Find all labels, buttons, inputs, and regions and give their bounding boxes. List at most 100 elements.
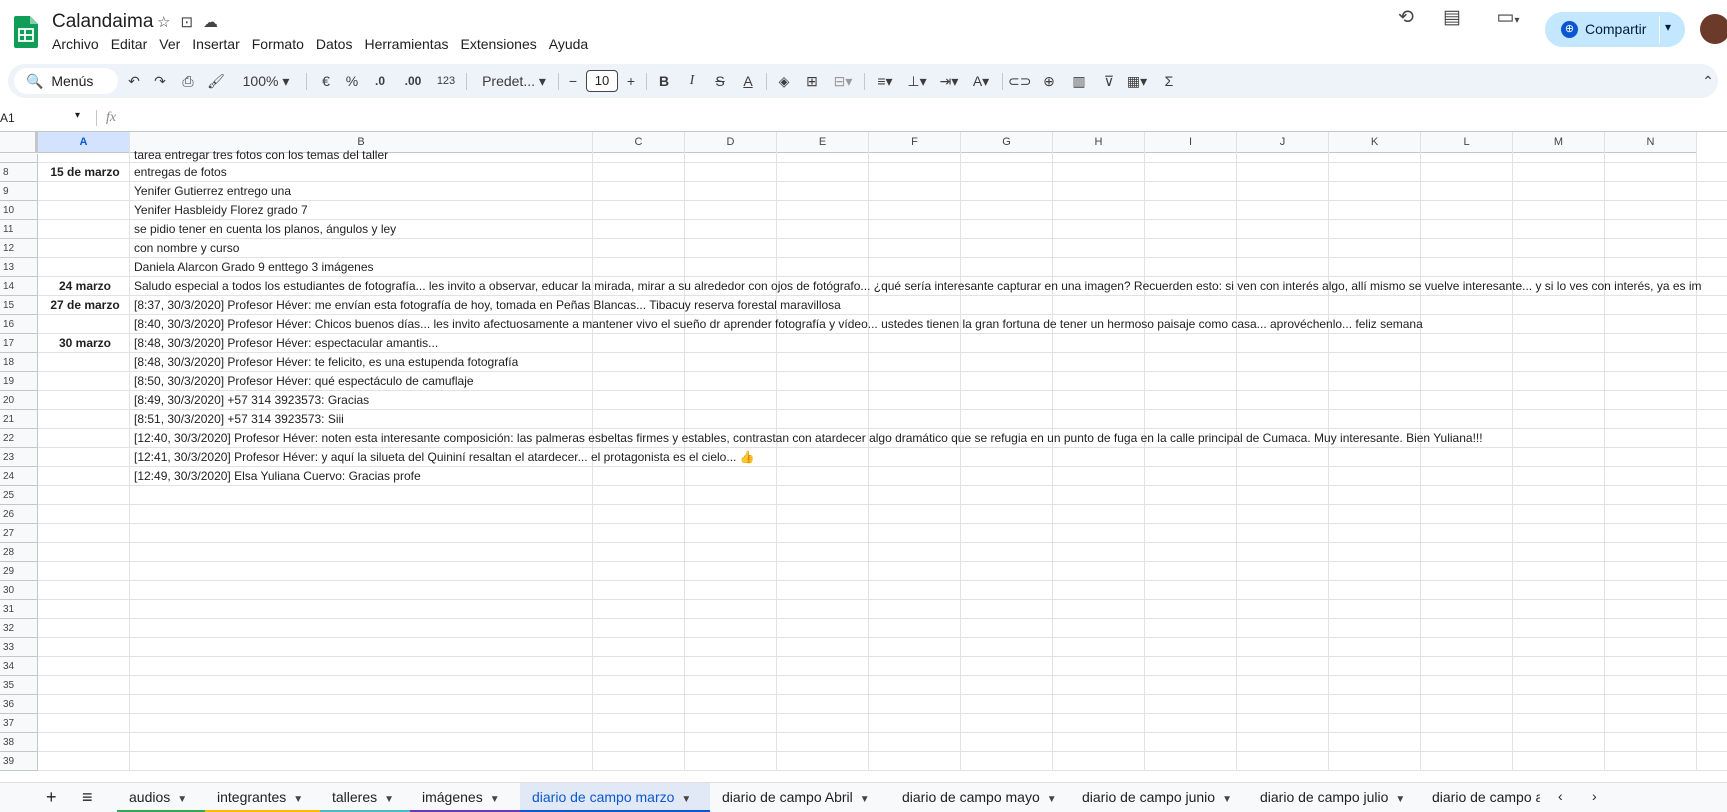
row-header[interactable]: 38 bbox=[0, 733, 38, 752]
cell-b[interactable]: Daniela Alarcon Grado 9 enttego 3 imágen… bbox=[134, 258, 1727, 277]
row-header[interactable]: 26 bbox=[0, 505, 38, 524]
row-header[interactable]: 25 bbox=[0, 486, 38, 505]
cell-b[interactable] bbox=[134, 524, 1727, 543]
borders-icon[interactable]: ⊞ bbox=[802, 64, 822, 98]
cell-a[interactable]: 27 de marzo bbox=[39, 296, 131, 315]
cell-b[interactable]: Yenifer Gutierrez entrego una bbox=[134, 182, 1727, 201]
cell-b[interactable] bbox=[134, 619, 1727, 638]
row-header[interactable]: 32 bbox=[0, 619, 38, 638]
row-header[interactable]: 9 bbox=[0, 182, 38, 201]
cell-b[interactable]: [12:40, 30/3/2020] Profesor Héver: noten… bbox=[134, 429, 1727, 448]
cell-b[interactable] bbox=[134, 543, 1727, 562]
sheet-tab-menu-icon[interactable]: ▼ bbox=[1222, 794, 1232, 805]
row-header[interactable]: 15 bbox=[0, 296, 38, 315]
cell-a[interactable] bbox=[39, 543, 131, 562]
scroll-tabs-right-icon[interactable]: › bbox=[1592, 788, 1597, 804]
cell-a[interactable] bbox=[39, 695, 131, 714]
cell-a[interactable] bbox=[39, 429, 131, 448]
menu-herramientas[interactable]: Herramientas bbox=[364, 36, 455, 52]
sheet-tab[interactable]: imágenes ▼ bbox=[410, 783, 520, 812]
cell-a[interactable]: 24 marzo bbox=[39, 277, 131, 296]
cell-a[interactable] bbox=[39, 239, 131, 258]
cell-b[interactable] bbox=[134, 752, 1727, 771]
row-header[interactable]: 13 bbox=[0, 258, 38, 277]
sheet-tab-menu-icon[interactable]: ▼ bbox=[177, 794, 187, 805]
row-header[interactable]: 35 bbox=[0, 676, 38, 695]
row-header[interactable]: 39 bbox=[0, 752, 38, 771]
sheet-tab[interactable]: integrantes ▼ bbox=[205, 783, 320, 812]
row-header[interactable]: 18 bbox=[0, 353, 38, 372]
cell-a[interactable] bbox=[39, 391, 131, 410]
name-box[interactable]: A1 bbox=[0, 111, 15, 125]
cloud-status-icon[interactable]: ☁ bbox=[203, 13, 218, 31]
cell-b[interactable] bbox=[134, 486, 1727, 505]
cell-b[interactable]: con nombre y curso bbox=[134, 239, 1727, 258]
name-box-dropdown-icon[interactable]: ▾ bbox=[75, 110, 80, 121]
cell-b[interactable]: [8:49, 30/3/2020] +57 314 3923573: Graci… bbox=[134, 391, 1727, 410]
cell-a[interactable] bbox=[39, 524, 131, 543]
cell-a[interactable]: 30 marzo bbox=[39, 334, 131, 353]
row-header[interactable] bbox=[0, 154, 38, 163]
sheet-tab[interactable]: diario de campo marzo ▼ bbox=[520, 783, 710, 812]
sheet-tab[interactable]: audios ▼ bbox=[117, 783, 205, 812]
cell-a[interactable] bbox=[39, 372, 131, 391]
cell-b[interactable] bbox=[134, 638, 1727, 657]
cell-a[interactable] bbox=[39, 315, 131, 334]
row-header[interactable]: 23 bbox=[0, 448, 38, 467]
select-all-corner[interactable] bbox=[0, 132, 38, 153]
document-title[interactable]: Calandaima bbox=[52, 11, 153, 33]
cell-a[interactable] bbox=[39, 638, 131, 657]
row-header[interactable]: 30 bbox=[0, 581, 38, 600]
menu-ayuda[interactable]: Ayuda bbox=[549, 36, 595, 52]
menu-extensiones[interactable]: Extensiones bbox=[460, 36, 543, 52]
row-header[interactable]: 11 bbox=[0, 220, 38, 239]
cell-b[interactable] bbox=[134, 562, 1727, 581]
cell-a[interactable] bbox=[39, 600, 131, 619]
text-wrap-icon[interactable]: ⇥▾ bbox=[934, 64, 964, 98]
currency-button[interactable]: € bbox=[316, 64, 336, 98]
cell-b[interactable] bbox=[134, 733, 1727, 752]
sheet-tab-menu-icon[interactable]: ▼ bbox=[490, 794, 500, 805]
cell-a[interactable]: 15 de marzo bbox=[39, 163, 131, 182]
cell-b[interactable] bbox=[134, 676, 1727, 695]
cell-a[interactable] bbox=[39, 258, 131, 277]
cell-a[interactable] bbox=[39, 657, 131, 676]
cell-a[interactable] bbox=[39, 154, 131, 163]
comment-icon[interactable]: ⊕ bbox=[1038, 64, 1060, 98]
cell-a[interactable] bbox=[39, 201, 131, 220]
menu-archivo[interactable]: Archivo bbox=[52, 36, 106, 52]
share-button[interactable]: ⊕ Compartir ▾ bbox=[1545, 12, 1685, 47]
row-header[interactable]: 33 bbox=[0, 638, 38, 657]
menu-formato[interactable]: Formato bbox=[252, 36, 311, 52]
collapse-menu-icon[interactable]: ⌃ bbox=[1698, 64, 1718, 98]
percent-button[interactable]: % bbox=[342, 64, 362, 98]
row-header[interactable]: 24 bbox=[0, 467, 38, 486]
increase-decimals-button[interactable]: .00 bbox=[398, 64, 428, 98]
cell-b[interactable]: [8:50, 30/3/2020] Profesor Héver: qué es… bbox=[134, 372, 1727, 391]
avatar[interactable] bbox=[1700, 14, 1727, 44]
cell-a[interactable] bbox=[39, 676, 131, 695]
text-color-icon[interactable]: A bbox=[738, 64, 758, 98]
filter-views-icon[interactable]: ▦▾ bbox=[1122, 64, 1152, 98]
sheet-tab[interactable]: talleres ▼ bbox=[320, 783, 410, 812]
cell-b[interactable]: [8:37, 30/3/2020] Profesor Héver: me env… bbox=[134, 296, 1727, 315]
row-header[interactable]: 17 bbox=[0, 334, 38, 353]
text-rotation-icon[interactable]: A▾ bbox=[966, 64, 996, 98]
cell-b[interactable]: [12:49, 30/3/2020] Elsa Yuliana Cuervo: … bbox=[134, 467, 1727, 486]
number-format-button[interactable]: 123 bbox=[432, 64, 460, 98]
row-header[interactable]: 19 bbox=[0, 372, 38, 391]
sheet-tab-menu-icon[interactable]: ▼ bbox=[293, 794, 303, 805]
redo-icon[interactable]: ↷ bbox=[150, 64, 170, 98]
font-select[interactable]: Predet... ▾ bbox=[474, 64, 554, 98]
functions-button[interactable]: Σ bbox=[1158, 64, 1180, 98]
sheet-tab-menu-icon[interactable]: ▼ bbox=[1395, 794, 1405, 805]
column-header-a[interactable]: A bbox=[38, 132, 130, 153]
cell-a[interactable] bbox=[39, 562, 131, 581]
cell-b[interactable] bbox=[134, 695, 1727, 714]
row-header[interactable]: 36 bbox=[0, 695, 38, 714]
folder-move-icon[interactable]: ⊡ bbox=[180, 13, 193, 31]
cell-b[interactable] bbox=[134, 714, 1727, 733]
sheets-logo-icon[interactable] bbox=[14, 16, 38, 48]
align-horizontal-icon[interactable]: ≡▾ bbox=[870, 64, 900, 98]
cell-a[interactable] bbox=[39, 752, 131, 771]
